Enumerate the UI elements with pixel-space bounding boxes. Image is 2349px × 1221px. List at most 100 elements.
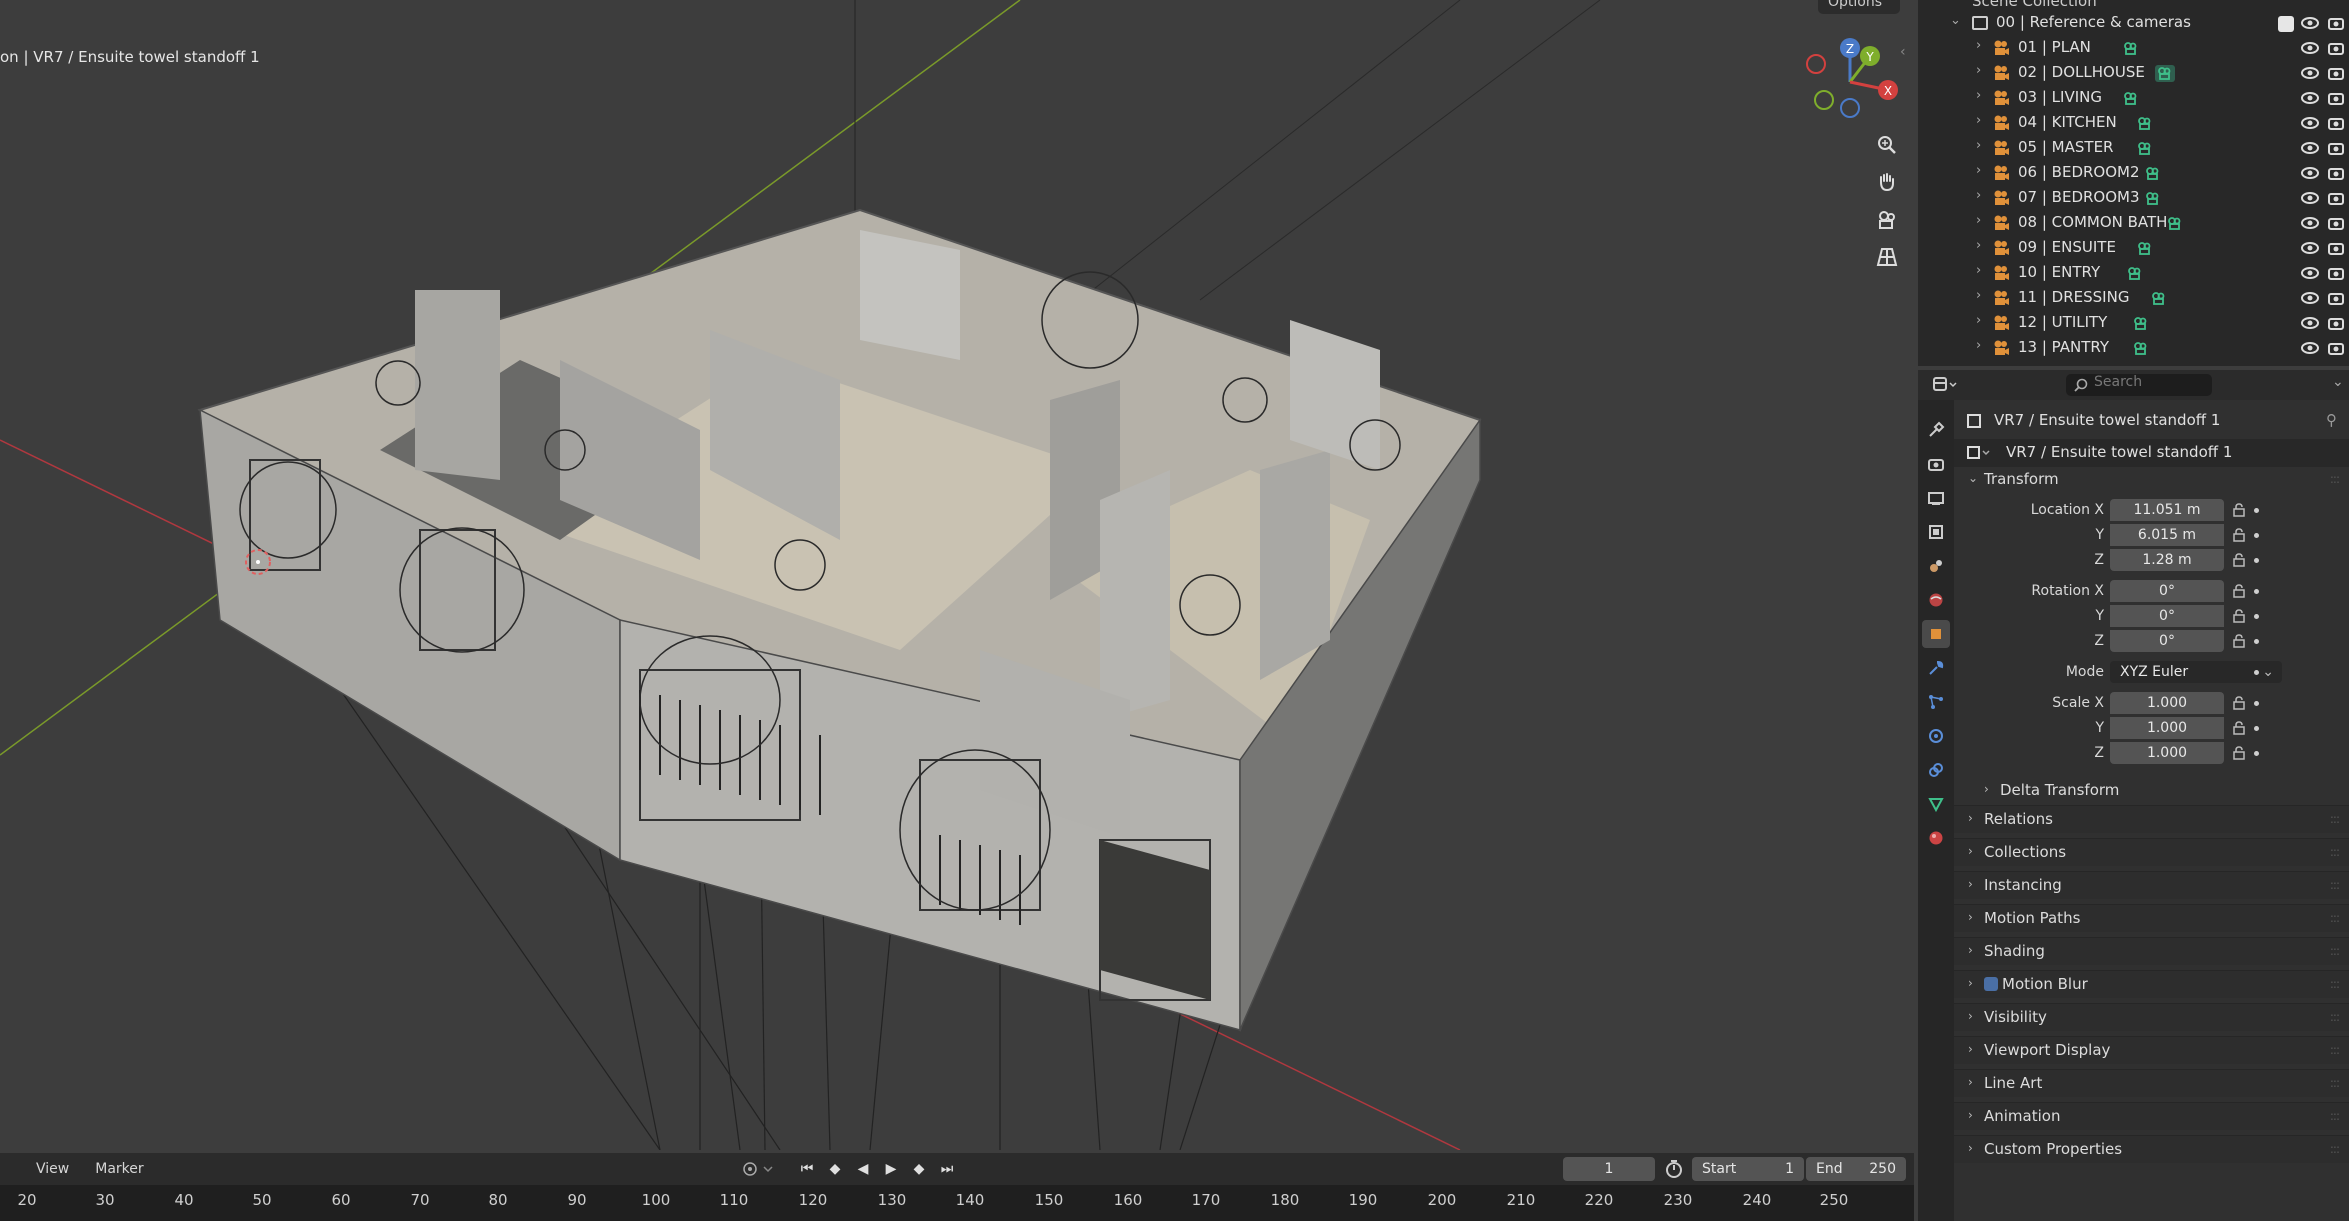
lock-icon[interactable] — [2232, 528, 2246, 542]
chevron-right-icon[interactable]: › — [1976, 88, 1981, 103]
eye-icon[interactable] — [2300, 113, 2320, 133]
auto-key-toggle[interactable] — [740, 1159, 780, 1179]
render-camera-icon[interactable] — [2326, 113, 2346, 133]
outliner-item[interactable]: › 01 | PLAN — [1918, 36, 2349, 61]
panel-section-header[interactable]: › Motion Blur::: — [1954, 970, 2349, 998]
hand-icon[interactable] — [1870, 165, 1904, 199]
lock-icon[interactable] — [2232, 584, 2246, 598]
jump-end-icon[interactable]: ⏭ — [935, 1157, 959, 1181]
outliner-item[interactable]: › 12 | UTILITY — [1918, 311, 2349, 336]
panel-section-header[interactable]: › Motion Paths::: — [1954, 904, 2349, 932]
delta-transform-header[interactable]: › Delta Transform — [1970, 777, 2349, 805]
tab-particles[interactable] — [1922, 688, 1950, 716]
outliner-item[interactable]: › 05 | MASTER — [1918, 136, 2349, 161]
preview-range-icon[interactable] — [1664, 1159, 1684, 1183]
keyframe-dot-icon[interactable] — [2254, 558, 2259, 563]
eye-icon[interactable] — [2300, 13, 2320, 33]
chevron-down-icon[interactable]: ⌄ — [1950, 13, 1961, 28]
lock-icon[interactable] — [2232, 634, 2246, 648]
lock-icon[interactable] — [2232, 609, 2246, 623]
chevron-right-icon[interactable]: › — [1976, 38, 1981, 53]
lock-icon[interactable] — [2232, 696, 2246, 710]
outliner-item[interactable]: › 09 | ENSUITE — [1918, 236, 2349, 261]
eye-icon[interactable] — [2300, 188, 2320, 208]
chevron-right-icon[interactable]: › — [1976, 163, 1981, 178]
render-camera-icon[interactable] — [2326, 213, 2346, 233]
eye-icon[interactable] — [2300, 263, 2320, 283]
chevron-down-icon[interactable]: ⌄ — [2332, 374, 2344, 390]
camera-data-icon[interactable] — [2130, 314, 2152, 333]
lock-icon[interactable] — [2232, 721, 2246, 735]
keyframe-dot-icon[interactable] — [2254, 639, 2259, 644]
tab-object[interactable] — [1922, 620, 1950, 648]
panel-section-header[interactable]: › Line Art::: — [1954, 1069, 2349, 1097]
outliner-item[interactable]: › 07 | BEDROOM3 — [1918, 186, 2349, 211]
keyframe-dot-icon[interactable] — [2254, 533, 2259, 538]
play-icon[interactable]: ▶ — [879, 1157, 903, 1181]
keyframe-dot-icon[interactable] — [2254, 726, 2259, 731]
chevron-right-icon[interactable]: › — [1976, 213, 1981, 228]
outliner-item[interactable]: › 08 | COMMON BATH — [1918, 211, 2349, 236]
location-x-field[interactable]: 11.051 m — [2110, 499, 2224, 521]
keyframe-dot-icon[interactable] — [2254, 508, 2259, 513]
outliner-item[interactable]: › 10 | ENTRY — [1918, 261, 2349, 286]
3d-viewport[interactable]: on | VR7 / Ensuite towel standoff 1 Opti… — [0, 0, 1914, 1150]
drag-handle-icon[interactable]: ::: — [2330, 845, 2340, 859]
eye-icon[interactable] — [2300, 138, 2320, 158]
timeline-ruler[interactable]: 20 30 40 50 60 70 80 90 100 110 120 130 … — [0, 1185, 1914, 1221]
next-keyframe-icon[interactable]: ◆ — [907, 1157, 931, 1181]
render-camera-icon[interactable] — [2326, 238, 2346, 258]
grid-view-icon[interactable] — [1870, 240, 1904, 274]
eye-icon[interactable] — [2300, 238, 2320, 258]
camera-data-icon[interactable] — [2134, 114, 2156, 133]
keyframe-dot-icon[interactable] — [2254, 670, 2259, 675]
tab-tool[interactable] — [1922, 416, 1950, 444]
render-camera-icon[interactable] — [2326, 88, 2346, 108]
tab-modifiers[interactable] — [1922, 654, 1950, 682]
jump-start-icon[interactable]: ⏮ — [795, 1157, 819, 1181]
lock-icon[interactable] — [2232, 553, 2246, 567]
tab-material[interactable] — [1922, 824, 1950, 852]
eye-icon[interactable] — [2300, 288, 2320, 308]
outliner-item[interactable]: › 02 | DOLLHOUSE — [1918, 61, 2349, 86]
camera-data-icon[interactable] — [2164, 214, 2186, 233]
camera-data-icon[interactable] — [2142, 164, 2164, 183]
camera-data-icon[interactable] — [2120, 39, 2142, 58]
collection-row[interactable]: ⌄ 00 | Reference & cameras — [1918, 11, 2349, 36]
play-reverse-icon[interactable]: ◀ — [851, 1157, 875, 1181]
render-camera-icon[interactable] — [2326, 163, 2346, 183]
timeline-menu-marker[interactable]: Marker — [95, 1161, 143, 1177]
eye-icon[interactable] — [2300, 313, 2320, 333]
drag-handle-icon[interactable]: ::: — [2330, 812, 2340, 826]
eye-icon[interactable] — [2300, 163, 2320, 183]
tab-output[interactable] — [1922, 484, 1950, 512]
exclude-checkbox[interactable] — [2278, 16, 2294, 32]
outliner[interactable]: Scene Collection ⌄ 00 | Reference & came… — [1918, 0, 2349, 366]
render-camera-icon[interactable] — [2326, 263, 2346, 283]
outliner-item[interactable]: › 11 | DRESSING — [1918, 286, 2349, 311]
render-camera-icon[interactable] — [2326, 288, 2346, 308]
drag-handle-icon[interactable]: ::: — [2330, 1076, 2340, 1090]
drag-handle-icon[interactable]: ::: — [2330, 977, 2340, 991]
tab-constraints[interactable] — [1922, 756, 1950, 784]
timeline-menu-view[interactable]: View — [36, 1161, 69, 1177]
drag-handle-icon[interactable]: ::: — [2330, 1109, 2340, 1123]
camera-data-icon[interactable] — [2154, 64, 2176, 83]
drag-handle-icon[interactable]: ::: — [2330, 944, 2340, 958]
eye-icon[interactable] — [2300, 38, 2320, 58]
object-name-field[interactable]: VR7 / Ensuite towel standoff 1 — [1954, 439, 2349, 467]
outliner-item[interactable]: › 03 | LIVING — [1918, 86, 2349, 111]
panel-section-header[interactable]: › Animation::: — [1954, 1102, 2349, 1130]
prev-keyframe-icon[interactable]: ◆ — [823, 1157, 847, 1181]
chevron-right-icon[interactable]: › — [1976, 338, 1981, 353]
camera-view-icon[interactable] — [1870, 203, 1904, 237]
eye-icon[interactable] — [2300, 88, 2320, 108]
chevron-right-icon[interactable]: › — [1976, 138, 1981, 153]
eye-icon[interactable] — [2300, 63, 2320, 83]
drag-handle-icon[interactable]: ::: — [2330, 1043, 2340, 1057]
current-frame-field[interactable]: 1 — [1563, 1157, 1655, 1181]
end-frame-field[interactable]: End 250 — [1806, 1157, 1906, 1181]
tab-scene[interactable] — [1922, 552, 1950, 580]
render-camera-icon[interactable] — [2326, 188, 2346, 208]
editor-type-icon[interactable] — [1932, 375, 1958, 399]
